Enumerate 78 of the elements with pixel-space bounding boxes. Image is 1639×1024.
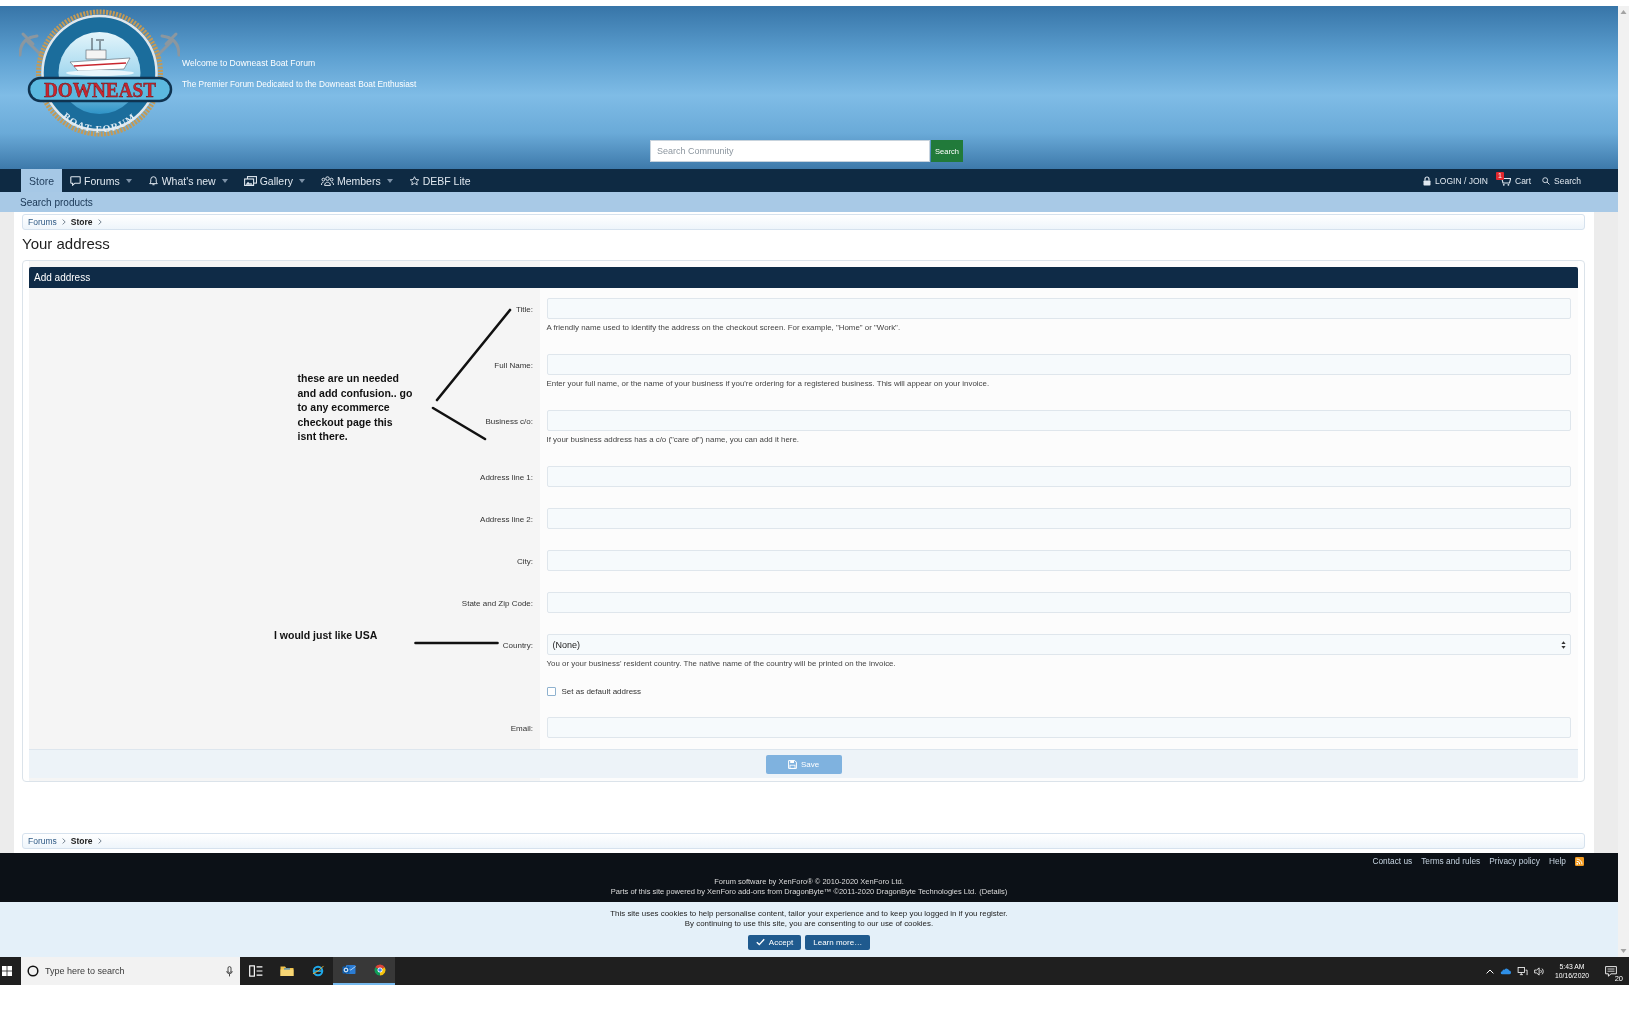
page-title: Your address — [22, 236, 110, 252]
checkbox-label[interactable]: Set as default address — [561, 687, 642, 696]
nav-tab[interactable]: Store — [21, 169, 63, 192]
chevron-right-icon — [97, 219, 102, 225]
sub-nav-link[interactable]: Search products — [20, 196, 93, 208]
footer-link[interactable]: Privacy policy — [1489, 856, 1540, 866]
learn-more-button[interactable]: Learn more… — [805, 934, 871, 950]
field-label: State and Zip Code: — [461, 599, 533, 608]
taskbar-app-button[interactable] — [333, 957, 364, 985]
text-input-field[interactable] — [546, 298, 1571, 319]
lock-icon — [1423, 175, 1432, 186]
field-label: Country: — [502, 641, 533, 650]
select-field[interactable]: (None) — [546, 634, 1571, 655]
login-join-link[interactable]: LOGIN / JOIN — [1423, 175, 1488, 186]
field-label: City: — [517, 557, 533, 566]
task-view-icon — [248, 965, 263, 977]
chevron-right-icon — [61, 219, 66, 225]
welcome-text: Welcome to Downeast Boat Forum — [182, 57, 316, 69]
tagline-text: The Premier Forum Dedicated to the Downeast Boat Enthusiast — [182, 78, 417, 90]
annotation-note: these are un needed and add confusion.. go to any ecommerce checkout page this isnt there. — [297, 371, 414, 444]
text-input-field[interactable] — [546, 592, 1571, 613]
bell-icon — [147, 175, 159, 186]
search-icon — [1542, 175, 1551, 186]
field-label: Address line 1: — [480, 473, 533, 482]
taskbar-search-field[interactable]: Type here to search — [21, 957, 240, 985]
pictures-icon — [243, 175, 257, 186]
accept-button[interactable]: Accept — [747, 934, 802, 950]
speaker-icon[interactable] — [1533, 966, 1545, 976]
field-label: Address line 2: — [480, 515, 533, 524]
scrollbar[interactable] — [1618, 6, 1629, 957]
footer-link[interactable]: Terms and rules — [1421, 856, 1481, 866]
nav-tab[interactable]: Forums — [62, 169, 140, 192]
breadcrumb-link[interactable]: Forums — [28, 217, 57, 227]
folder-icon — [279, 965, 294, 977]
envelope-icon — [341, 964, 356, 976]
text-input-field[interactable] — [546, 466, 1571, 487]
search-link[interactable]: Search — [1542, 175, 1581, 186]
chevron-up-icon[interactable] — [1485, 968, 1494, 974]
field-label: Email: — [510, 724, 533, 733]
monitor-icon[interactable] — [1516, 966, 1528, 976]
search-field[interactable]: Search Community — [650, 140, 930, 162]
up-down-arrows-icon — [1561, 640, 1566, 649]
nav-tab[interactable]: Gallery — [235, 169, 313, 192]
cloud-icon[interactable] — [1499, 966, 1511, 976]
nav-tab[interactable]: What's new — [139, 169, 236, 192]
footer-link[interactable]: Contact us — [1372, 856, 1413, 866]
text-input-field[interactable] — [546, 410, 1571, 431]
nav-tab[interactable]: Members — [312, 169, 401, 192]
checkmark-icon — [755, 938, 765, 946]
taskbar-app-button[interactable] — [364, 957, 395, 985]
message-bubble-icon — [1605, 965, 1617, 977]
breadcrumb-link[interactable]: Store — [70, 836, 93, 846]
form-heading: Add address — [34, 272, 91, 283]
chevron-right-icon — [97, 838, 102, 844]
breadcrumb-link[interactable]: Store — [70, 217, 93, 227]
orbit-ring-icon — [310, 965, 325, 977]
footer-link[interactable]: Help — [1548, 856, 1566, 866]
circle-icon — [27, 965, 39, 977]
field-label: Business c/o: — [485, 417, 533, 426]
rss-icon[interactable] — [1575, 856, 1584, 866]
field-label: Full Name: — [494, 361, 533, 370]
people-group-icon — [320, 175, 334, 186]
star-icon — [408, 175, 420, 186]
logo-title: DOWNEAST — [44, 79, 161, 101]
text-input-field[interactable] — [546, 508, 1571, 529]
tricolor-circle-icon — [372, 964, 387, 976]
window-panes-icon — [2, 966, 12, 976]
text-input-field[interactable] — [546, 354, 1571, 375]
text-input-field[interactable] — [546, 717, 1571, 738]
nav-tab[interactable]: DEBF Lite — [400, 169, 479, 192]
annotation-note: I would just like USA — [274, 628, 379, 643]
microphone-icon[interactable] — [226, 965, 233, 977]
breadcrumb-link[interactable]: Forums — [28, 836, 57, 846]
chevron-right-icon — [61, 838, 66, 844]
speech-bubble-icon — [70, 175, 82, 186]
text-input-field[interactable] — [546, 550, 1571, 571]
field-label: Title: — [515, 305, 533, 314]
checkbox[interactable] — [546, 687, 556, 696]
